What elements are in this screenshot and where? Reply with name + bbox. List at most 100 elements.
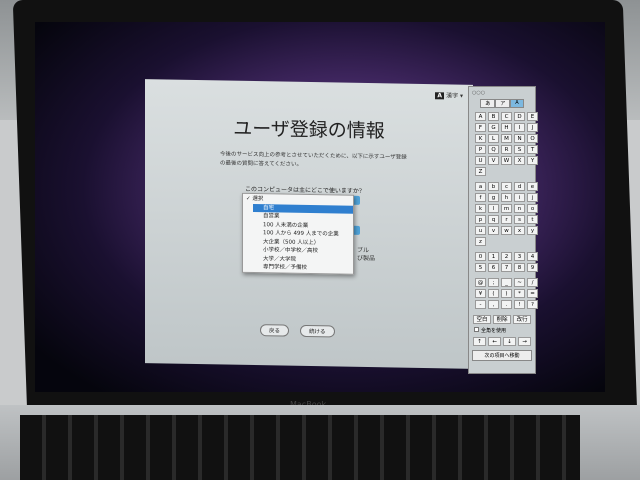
key[interactable]: S bbox=[514, 145, 525, 154]
key[interactable]: ( bbox=[488, 289, 499, 298]
key[interactable]: Q bbox=[488, 145, 499, 154]
arrow-key[interactable]: → bbox=[518, 337, 531, 346]
key[interactable]: ~ bbox=[514, 278, 525, 287]
key[interactable]: ! bbox=[514, 300, 525, 309]
key[interactable]: e bbox=[527, 182, 538, 191]
key[interactable]: 0 bbox=[475, 252, 486, 261]
key[interactable]: g bbox=[488, 193, 499, 202]
menu-item[interactable]: 専門学校／予備校 bbox=[253, 263, 353, 273]
fullwidth-label: 全角を使用 bbox=[481, 328, 507, 334]
key[interactable]: C bbox=[501, 112, 512, 121]
key[interactable]: T bbox=[527, 145, 538, 154]
key[interactable]: t bbox=[527, 215, 538, 224]
tab-2[interactable]: A bbox=[510, 99, 524, 108]
back-button[interactable]: 戻る bbox=[260, 324, 290, 337]
key[interactable]: y bbox=[527, 226, 538, 235]
location-dropdown-menu[interactable]: ✓ 選択 自宅 自営業 100 人未満の企業 100 人から 499 人までの企業 大企… bbox=[242, 192, 354, 275]
key[interactable]: 3 bbox=[514, 252, 525, 261]
continue-button[interactable]: 続ける bbox=[300, 324, 335, 338]
key[interactable]: 7 bbox=[501, 263, 512, 272]
key[interactable]: O bbox=[527, 134, 538, 143]
key[interactable]: 2 bbox=[501, 252, 512, 261]
key[interactable]: d bbox=[514, 182, 525, 191]
arrow-key[interactable]: ↓ bbox=[503, 337, 516, 346]
tab-0[interactable]: あ bbox=[480, 99, 496, 108]
fullwidth-checkbox[interactable]: 全角を使用 bbox=[474, 327, 530, 334]
key[interactable]: j bbox=[527, 193, 538, 202]
key[interactable]: c bbox=[501, 182, 512, 191]
key[interactable]: A bbox=[475, 112, 486, 121]
key[interactable]: 1 bbox=[488, 252, 499, 261]
key[interactable]: k bbox=[475, 204, 486, 213]
key[interactable]: z bbox=[475, 237, 486, 246]
key[interactable]: b bbox=[488, 182, 499, 191]
laptop-screen: A 漢字 ▾ ユーザ登録の情報 今後のサービス向上の参考とさせていただくために、以… bbox=[35, 22, 605, 392]
key[interactable]: F bbox=[475, 123, 486, 132]
key[interactable]: M bbox=[501, 134, 512, 143]
key[interactable]: w bbox=[501, 226, 512, 235]
key[interactable]: h bbox=[501, 193, 512, 202]
key[interactable]: x bbox=[514, 226, 525, 235]
key[interactable]: a bbox=[475, 182, 486, 191]
key[interactable]: - bbox=[475, 300, 486, 309]
key[interactable]: 8 bbox=[514, 263, 525, 272]
key[interactable]: r bbox=[501, 215, 512, 224]
key[interactable]: n bbox=[514, 204, 525, 213]
key[interactable]: I bbox=[514, 123, 525, 132]
key[interactable]: , bbox=[488, 300, 499, 309]
key[interactable]: m bbox=[501, 204, 512, 213]
key[interactable]: / bbox=[527, 278, 538, 287]
key[interactable]: ) bbox=[501, 289, 512, 298]
arrow-key[interactable]: ↑ bbox=[473, 337, 486, 346]
input-source-menu[interactable]: A 漢字 ▾ bbox=[435, 90, 463, 100]
tab-1[interactable]: ア bbox=[495, 99, 511, 108]
next-field-button[interactable]: 次の項目へ移動 bbox=[472, 350, 532, 361]
key[interactable]: _ bbox=[501, 278, 512, 287]
key[interactable]: ? bbox=[527, 300, 538, 309]
key[interactable]: p bbox=[475, 215, 486, 224]
key[interactable]: s bbox=[514, 215, 525, 224]
key[interactable]: L bbox=[488, 134, 499, 143]
key[interactable]: U bbox=[475, 156, 486, 165]
key[interactable]: o bbox=[527, 204, 538, 213]
key[interactable]: ; bbox=[488, 278, 499, 287]
keyboard-viewer: ○○○ あアA ABCDEFGHIJKLMNOPQRSTUVWXYZ abcde… bbox=[468, 86, 538, 374]
key[interactable]: . bbox=[501, 300, 512, 309]
registration-dialog: A 漢字 ▾ ユーザ登録の情報 今後のサービス向上の参考とさせていただくために、以… bbox=[145, 79, 473, 369]
description: 今後のサービス向上の参考とさせていただくために、以下に示すユーザ登録の最後の質問… bbox=[220, 151, 407, 168]
key[interactable]: * bbox=[514, 289, 525, 298]
key[interactable]: G bbox=[488, 123, 499, 132]
key[interactable]: Z bbox=[475, 167, 486, 176]
key[interactable]: q bbox=[488, 215, 499, 224]
key[interactable]: f bbox=[475, 193, 486, 202]
return-key[interactable]: 改行 bbox=[513, 315, 531, 324]
key[interactable]: D bbox=[514, 112, 525, 121]
key[interactable]: X bbox=[514, 156, 525, 165]
key[interactable]: W bbox=[501, 156, 512, 165]
key[interactable]: B bbox=[488, 112, 499, 121]
key[interactable]: 4 bbox=[527, 252, 538, 261]
key[interactable]: v bbox=[488, 226, 499, 235]
key[interactable]: K bbox=[475, 134, 486, 143]
key[interactable]: = bbox=[527, 289, 538, 298]
key[interactable]: ¥ bbox=[475, 289, 486, 298]
key[interactable]: P bbox=[475, 145, 486, 154]
key[interactable]: Y bbox=[527, 156, 538, 165]
key[interactable]: H bbox=[501, 123, 512, 132]
key[interactable]: J bbox=[527, 123, 538, 132]
key[interactable]: l bbox=[488, 204, 499, 213]
arrow-key[interactable]: ← bbox=[488, 337, 501, 346]
delete-key[interactable]: 削除 bbox=[493, 315, 511, 324]
key[interactable]: N bbox=[514, 134, 525, 143]
key[interactable]: i bbox=[514, 193, 525, 202]
key[interactable]: 9 bbox=[527, 263, 538, 272]
key[interactable]: u bbox=[475, 226, 486, 235]
key[interactable]: E bbox=[527, 112, 538, 121]
key[interactable]: R bbox=[501, 145, 512, 154]
window-controls[interactable]: ○○○ bbox=[472, 90, 532, 96]
key[interactable]: @ bbox=[475, 278, 486, 287]
key[interactable]: 5 bbox=[475, 263, 486, 272]
key[interactable]: V bbox=[488, 156, 499, 165]
space-key[interactable]: 空白 bbox=[473, 315, 491, 324]
key[interactable]: 6 bbox=[488, 263, 499, 272]
